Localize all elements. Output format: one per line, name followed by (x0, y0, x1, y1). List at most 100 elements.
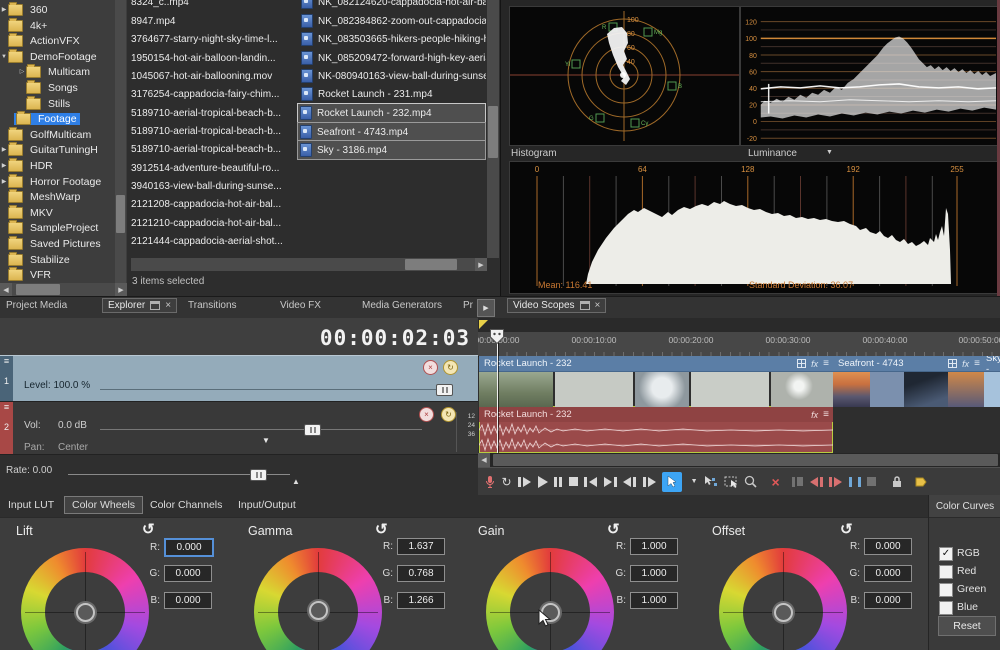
list-item[interactable]: Rocket Launch - 231.mp4 (299, 85, 486, 103)
filelist-horizontal-scrollbar[interactable]: ▶ (131, 258, 487, 271)
trim-start-button[interactable] (810, 470, 823, 494)
tree-horizontal-scrollbar[interactable]: ◀ ▶ (0, 283, 127, 296)
tab-video-scopes[interactable]: Video Scopes× (507, 298, 606, 313)
track-mute-icon[interactable]: × (419, 407, 434, 422)
loop-flag-icon[interactable] (479, 320, 488, 329)
tool-dropdown-icon[interactable]: ▼ (691, 470, 698, 494)
list-item[interactable]: NK_085209472-forward-high-key-aeria... (299, 49, 486, 67)
pan-center-icon[interactable]: ▼ (262, 436, 270, 445)
event-fx-icon[interactable]: fx (811, 359, 818, 369)
list-item[interactable]: 3912514-adventure-beautiful-ro... (131, 159, 295, 177)
scrollbar-thumb[interactable] (116, 195, 125, 233)
lift-g-field[interactable]: 0.000 (164, 565, 212, 582)
go-to-start-button[interactable] (584, 470, 597, 494)
list-item-selected[interactable]: Rocket Launch - 232.mp4 (297, 103, 486, 123)
tab-input-lut[interactable]: Input LUT (8, 499, 54, 511)
track-restore-icon[interactable]: ↻ (443, 360, 458, 375)
red-checkbox[interactable] (939, 565, 953, 579)
video-clip-seafront[interactable]: Seafront - 4743 fx ≡ (833, 356, 984, 407)
list-item[interactable]: 5189710-aerial-tropical-beach-b... (131, 122, 295, 140)
audio-track-header[interactable]: ≡ 2 × ↻ Vol: 0.0 dB ▼ Pan: Center 12 24 … (0, 401, 478, 455)
expand-right-icon[interactable]: ▶ (0, 162, 8, 169)
tab-input-output[interactable]: Input/Output (238, 499, 296, 511)
track-restore-icon[interactable]: ↻ (441, 407, 456, 422)
time-ruler[interactable]: 00:00:00:00 00:00:10:00 00:00:20:00 00:0… (478, 332, 1000, 357)
playhead-marker[interactable] (490, 329, 504, 344)
rate-slider-handle[interactable] (250, 469, 267, 481)
gamma-r-field[interactable]: 1.637 (397, 538, 445, 555)
gamma-b-field[interactable]: 1.266 (397, 592, 445, 609)
track-menu-icon[interactable]: ≡ (4, 402, 9, 412)
vol-slider-handle[interactable] (304, 424, 321, 436)
vol-value[interactable]: 0.0 dB (58, 420, 87, 431)
gain-r-field[interactable]: 1.000 (630, 538, 678, 555)
tab-overflow-clipped[interactable]: Pr (463, 300, 473, 311)
track-menu-icon[interactable]: ≡ (4, 356, 9, 366)
normal-edit-tool-button[interactable] (662, 472, 682, 492)
clip-menu-icon[interactable]: ≡ (823, 409, 829, 420)
scrollbar-thumb[interactable] (488, 106, 498, 158)
float-window-icon[interactable] (150, 301, 160, 310)
gain-g-field[interactable]: 1.000 (630, 565, 678, 582)
scroll-left-icon[interactable]: ◀ (0, 283, 12, 296)
scrollbar-thumb[interactable] (493, 454, 998, 466)
list-item[interactable]: 1950154-hot-air-balloon-landin... (131, 49, 295, 67)
tree-item-hdr[interactable]: ▶HDR (0, 158, 127, 173)
pan-value[interactable]: Center (58, 442, 88, 453)
tree-item-demofootage[interactable]: ▼DemoFootage (0, 49, 127, 64)
vol-slider[interactable] (100, 429, 422, 430)
tree-item-actionvfx[interactable]: ActionVFX (0, 33, 127, 48)
lock-button[interactable] (891, 470, 903, 494)
lift-r-field[interactable]: 0.000 (164, 538, 214, 557)
rgb-checkbox[interactable]: ✓ (939, 547, 953, 561)
filelist-vertical-scrollbar[interactable] (487, 0, 499, 258)
envelope-tool-button[interactable] (704, 470, 717, 494)
play-from-start-button[interactable] (518, 470, 531, 494)
tree-item-4k[interactable]: 4k+ (0, 18, 127, 33)
clip-header[interactable]: Sky - (984, 356, 1000, 372)
color-curves-header[interactable]: Color Curves (929, 495, 1000, 518)
list-item[interactable]: 3764677-starry-night-sky-time-l... (131, 30, 295, 48)
list-item[interactable]: NK-080940163-view-ball-during-sunse... (299, 67, 486, 85)
rate-up-icon[interactable]: ▲ (292, 477, 300, 486)
next-frame-button[interactable] (643, 470, 656, 494)
wheel-knob-offset[interactable] (774, 603, 793, 622)
scrollbar-thumb[interactable] (16, 284, 60, 295)
tab-project-media[interactable]: Project Media (6, 300, 67, 311)
list-item[interactable]: NK_082384862-zoom-out-cappadocia-... (299, 12, 486, 30)
loop-playback-button[interactable]: ↻ (502, 470, 512, 494)
marker-button[interactable] (915, 470, 927, 494)
event-fx-icon[interactable]: fx (811, 410, 818, 420)
lift-b-field[interactable]: 0.000 (164, 592, 212, 609)
list-item[interactable]: 5189710-aerial-tropical-beach-b... (131, 140, 295, 158)
close-icon[interactable]: × (165, 301, 171, 311)
clip-menu-icon[interactable]: ≡ (974, 358, 980, 369)
event-fx-icon[interactable]: fx (962, 359, 969, 369)
scroll-right-icon[interactable]: ▶ (115, 283, 127, 296)
timeline-scrollbar[interactable]: ◀ (478, 453, 1000, 467)
tab-color-wheels[interactable]: Color Wheels (64, 496, 143, 514)
playhead-line[interactable] (497, 330, 498, 453)
clip-header[interactable]: Seafront - 4743 fx ≡ (833, 356, 984, 372)
dropdown-arrow-icon[interactable]: ▼ (826, 149, 833, 156)
offset-g-field[interactable]: 0.000 (864, 565, 912, 582)
expand-hollow-icon[interactable]: ▷ (18, 68, 26, 75)
track-mute-icon[interactable]: × (423, 360, 438, 375)
expand-down-icon[interactable]: ▼ (0, 54, 8, 60)
wheel-knob-gamma[interactable] (309, 601, 328, 620)
reset-icon[interactable]: ↺ (375, 520, 388, 538)
pan-crop-icon[interactable] (797, 359, 806, 368)
list-item[interactable]: 1045067-hot-air-ballooning.mov (131, 67, 295, 85)
timecode-display[interactable]: 00:00:02:03 (320, 326, 470, 350)
list-item[interactable]: 2121208-cappadocia-hot-air-bal... (131, 195, 295, 213)
histogram-type-select[interactable]: Histogram (511, 148, 557, 159)
expand-right-icon[interactable]: ▶ (0, 178, 8, 185)
tab-explorer[interactable]: Explorer× (102, 298, 177, 313)
list-item[interactable]: 3940163-view-ball-during-sunse... (131, 177, 295, 195)
go-to-end-button[interactable] (604, 470, 617, 494)
clip-header[interactable]: Rocket Launch - 232 fx ≡ (479, 407, 833, 422)
clip-header[interactable]: Rocket Launch - 232 fx ≡ (479, 356, 833, 372)
zoom-tool-button[interactable] (744, 470, 757, 494)
scroll-right-icon[interactable]: ▶ (475, 258, 487, 271)
expand-right-icon[interactable]: ▶ (0, 6, 8, 13)
